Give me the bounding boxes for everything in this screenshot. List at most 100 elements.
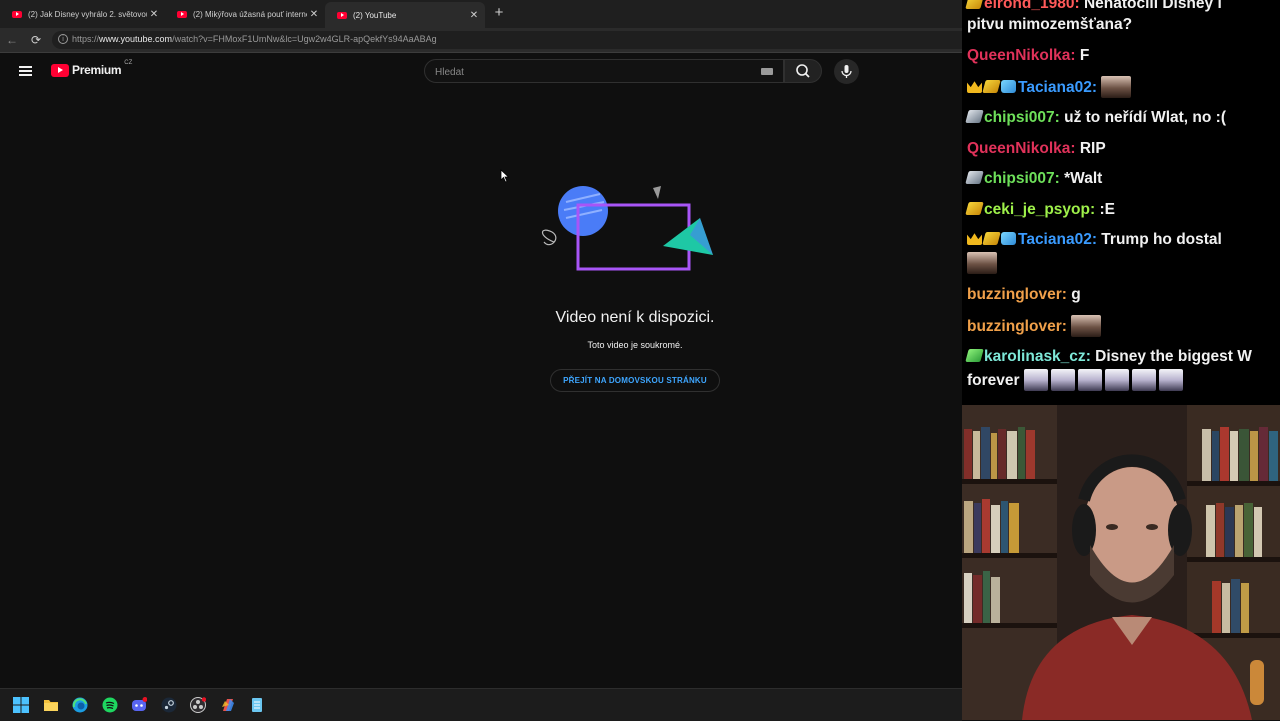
webcam-overlay (962, 405, 1280, 720)
chat-message: QueenNikolka: F (967, 47, 1090, 64)
chat-username: karolinask_cz (984, 348, 1086, 365)
country-code: CZ (124, 60, 133, 66)
file-explorer-icon[interactable] (43, 697, 59, 713)
notepad-icon[interactable] (249, 697, 265, 713)
search-button[interactable] (784, 59, 822, 83)
back-icon[interactable]: ← (4, 32, 20, 48)
address-bar[interactable]: i https://www.youtube.com/watch?v=FHMoxF… (52, 31, 972, 49)
chat-message: chipsi007: *Walt (965, 167, 1277, 191)
chat-message-continuation: forever (967, 369, 1277, 393)
chat-message: QueenNikolka: RIP (967, 140, 1106, 157)
search-icon (796, 64, 810, 78)
sub-badge-icon (982, 232, 1001, 245)
windows-start-icon[interactable] (13, 697, 29, 713)
crown-badge-icon (967, 233, 982, 245)
chat-message: Taciana02: Trump ho dostal (967, 228, 1277, 252)
video-unavailable-illustration (541, 186, 713, 271)
chat-username: chipsi007 (984, 170, 1055, 187)
youtube-header: Premium CZ (0, 53, 962, 93)
keyboard-icon[interactable] (761, 68, 773, 75)
tab-jak-disney[interactable]: (2) Jak Disney vyhrálo 2. světovou ✕ (0, 3, 165, 25)
chat-text: g (1071, 286, 1081, 303)
sub-badge-icon (965, 110, 984, 123)
chat-username: chipsi007 (984, 109, 1055, 126)
chat-username: QueenNikolka (967, 140, 1071, 157)
close-tab-icon[interactable]: ✕ (147, 9, 161, 20)
mouse-cursor-icon (500, 169, 510, 183)
youtube-favicon-icon (337, 11, 347, 19)
chat-text: RIP (1079, 140, 1106, 157)
sub-badge-icon (965, 0, 984, 9)
obs-icon[interactable] (190, 697, 206, 713)
microphone-icon (841, 65, 852, 78)
search-box (424, 59, 784, 83)
steam-icon[interactable] (161, 697, 177, 713)
close-tab-icon[interactable]: ✕ (467, 10, 481, 21)
copilot-icon[interactable] (220, 697, 236, 713)
chat-username: Taciana02 (1018, 231, 1092, 248)
chat-text: F (1079, 47, 1090, 64)
discord-icon[interactable] (131, 697, 147, 713)
cube-badge-icon (1001, 80, 1016, 93)
chat-text: Disney the biggest W (1095, 348, 1252, 365)
hamburger-menu-icon[interactable] (19, 64, 34, 78)
chat-text: :E (1099, 201, 1115, 218)
chat-text: forever (967, 372, 1020, 389)
anime-emote-icon (1050, 369, 1075, 391)
search-input[interactable] (433, 63, 757, 81)
go-to-homepage-button[interactable]: PŘEJÍT NA DOMOVSKOU STRÁNKU (550, 369, 720, 392)
chat-message-continuation: pitvu mimozemšťana? (967, 13, 1277, 37)
chat-message: karolinask_cz: Disney the biggest W (965, 345, 1277, 369)
youtube-favicon-icon (12, 10, 22, 18)
new-tab-button[interactable]: + (490, 4, 508, 22)
anime-emote-icon (1131, 369, 1156, 391)
reload-icon[interactable]: ⟳ (28, 32, 44, 48)
face-emote-icon (1101, 76, 1132, 98)
chat-username: QueenNikolka (967, 47, 1071, 64)
tab-title: (2) YouTube (353, 10, 397, 20)
chat-message: Taciana02: (967, 76, 1277, 100)
browser-window: (2) Jak Disney vyhrálo 2. světovou ✕ (2)… (0, 0, 972, 721)
chat-text: už to neřídí Wlat, no :( (1064, 109, 1226, 126)
windows-taskbar (0, 688, 962, 721)
face-emote-icon (1071, 315, 1102, 337)
url-text[interactable]: https://www.youtube.com/watch?v=FHMoxF1U… (72, 34, 437, 44)
chat-username: Taciana02 (1018, 79, 1092, 96)
chat-text: Nenatočili Disney i (1083, 0, 1222, 12)
chat-message: buzzinglover: g (967, 286, 1081, 303)
youtube-favicon-icon (177, 10, 187, 18)
anime-emote-icon (1077, 369, 1102, 391)
close-tab-icon[interactable]: ✕ (307, 9, 321, 20)
tab-youtube[interactable]: (2) YouTube ✕ (325, 2, 485, 28)
crown-badge-icon (967, 81, 982, 93)
sub-badge-icon (965, 171, 984, 184)
anime-emote-icon (1023, 369, 1048, 391)
webcam-scene (962, 405, 1280, 720)
sub-badge-icon (982, 80, 1001, 93)
youtube-premium-logo[interactable]: Premium CZ (51, 60, 133, 77)
tab-title: (2) Mikýřova úžasná pouť internetem (193, 9, 307, 19)
edge-browser-icon[interactable] (72, 697, 88, 713)
chat-text: pitvu mimozemšťana? (967, 16, 1133, 33)
tab-strip: (2) Jak Disney vyhrálo 2. světovou ✕ (2)… (0, 0, 962, 28)
browser-toolbar: ← ⟳ i https://www.youtube.com/watch?v=FH… (0, 28, 972, 53)
chat-username: elrond_1980 (984, 0, 1075, 12)
tab-mikyrova-pout[interactable]: (2) Mikýřova úžasná pouť internetem ✕ (165, 3, 325, 25)
chat-username: buzzinglover (967, 286, 1062, 303)
site-info-icon[interactable]: i (58, 34, 68, 44)
spotify-icon[interactable] (102, 697, 118, 713)
chat-message: buzzinglover: (967, 315, 1277, 339)
chat-message: chipsi007: už to neřídí Wlat, no :( (965, 106, 1277, 130)
chat-text: Trump ho dostal (1101, 231, 1222, 248)
anime-emote-icon (1158, 369, 1183, 391)
voice-search-button[interactable] (834, 59, 859, 84)
face-emote-icon (967, 252, 997, 274)
cube-badge-icon (1001, 232, 1016, 245)
chat-message: ceki_je_psyop: :E (965, 198, 1277, 222)
chat-message-continuation (967, 252, 1277, 276)
stream-chat-panel: elrond_1980: Nenatočili Disney i pitvu m… (962, 0, 1280, 405)
chat-username: buzzinglover (967, 318, 1062, 335)
sub-badge-icon (965, 202, 984, 215)
chat-text: *Walt (1064, 170, 1103, 187)
youtube-logo-icon (51, 63, 69, 77)
